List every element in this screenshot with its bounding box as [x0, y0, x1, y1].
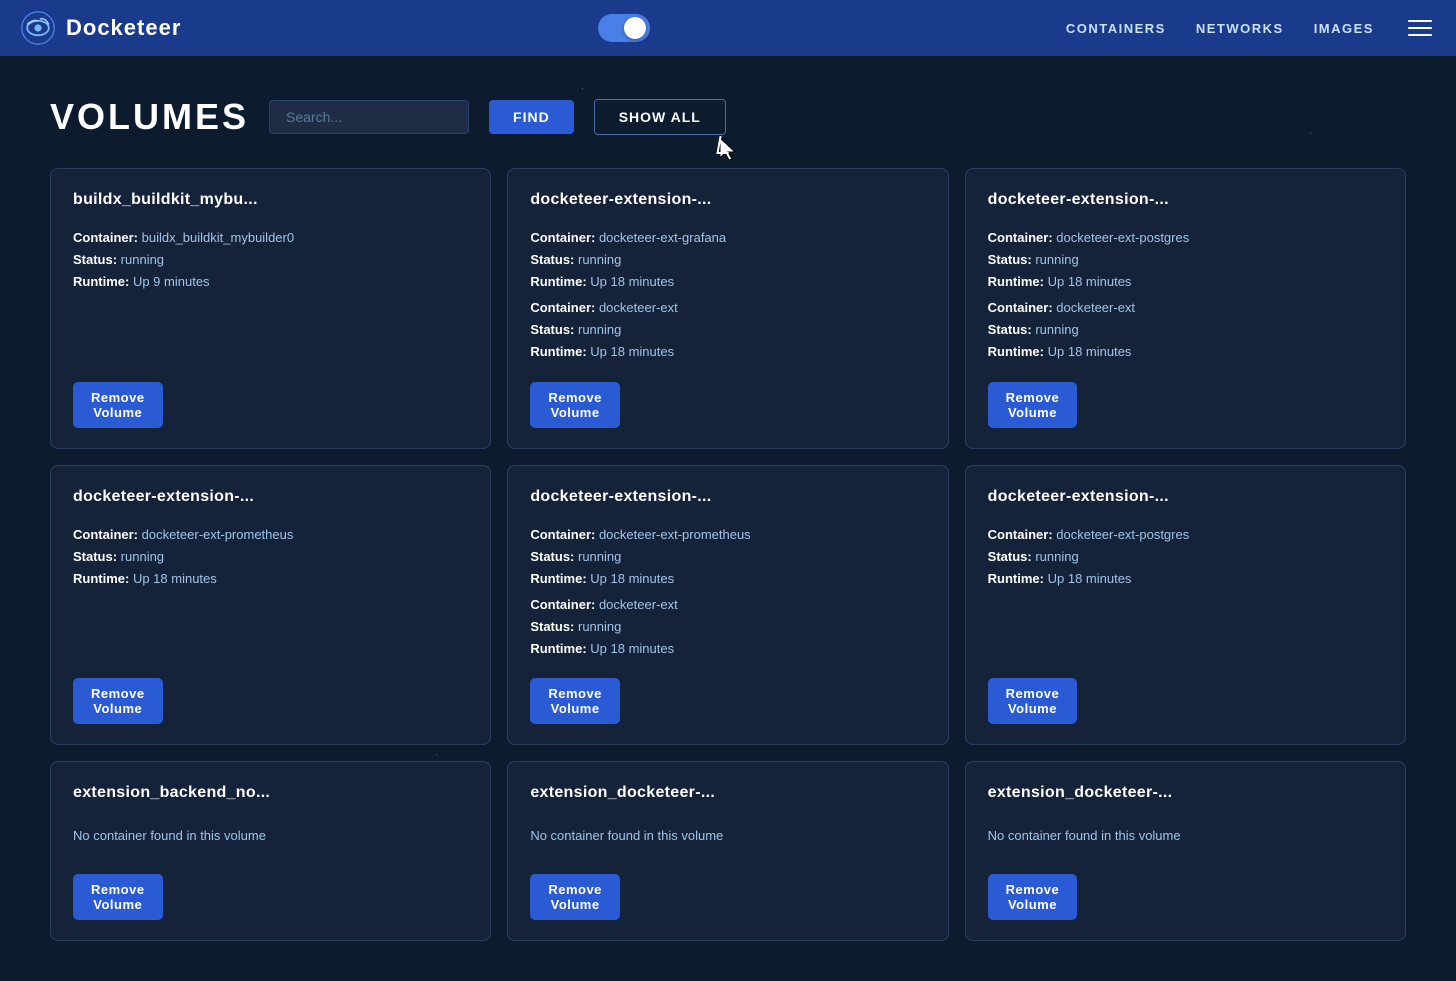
volume-card: docketeer-extension-... Container: docke…: [507, 168, 948, 449]
remove-volume-button[interactable]: RemoveVolume: [73, 678, 163, 724]
container-name-line: Container: docketeer-ext: [530, 297, 925, 319]
container-name-line: Container: docketeer-ext-prometheus: [530, 524, 925, 546]
volume-card: docketeer-extension-... Container: docke…: [507, 465, 948, 746]
volume-info: Container: docketeer-ext-postgres Status…: [988, 524, 1383, 661]
volume-empty-msg: No container found in this volume: [988, 820, 1383, 856]
volume-card: extension_docketeer-... No container fou…: [965, 761, 1406, 941]
container-runtime-line: Runtime: Up 18 minutes: [988, 271, 1383, 293]
volume-card: docketeer-extension-... Container: docke…: [965, 465, 1406, 746]
volume-name: extension_backend_no...: [73, 784, 468, 802]
page-header: VOLUMES FIND SHOW ALL: [50, 96, 1406, 138]
page-title: VOLUMES: [50, 96, 249, 138]
search-input[interactable]: [269, 100, 469, 134]
main-content: VOLUMES FIND SHOW ALL buildx_buildkit_my…: [0, 56, 1456, 981]
volume-info: Container: docketeer-ext-prometheus Stat…: [73, 524, 468, 661]
navbar: Docketeer CONTAINERS NETWORKS IMAGES: [0, 0, 1456, 56]
volume-name: extension_docketeer-...: [988, 784, 1383, 802]
container-name-line: Container: buildx_buildkit_mybuilder0: [73, 227, 468, 249]
volume-name: docketeer-extension-...: [988, 191, 1383, 209]
volume-card: buildx_buildkit_mybu... Container: build…: [50, 168, 491, 449]
volume-card: docketeer-extension-... Container: docke…: [965, 168, 1406, 449]
volume-card: extension_backend_no... No container fou…: [50, 761, 491, 941]
volumes-grid: buildx_buildkit_mybu... Container: build…: [50, 168, 1406, 941]
volume-info: Container: docketeer-ext-prometheus Stat…: [530, 524, 925, 661]
container-runtime-line: Runtime: Up 18 minutes: [530, 271, 925, 293]
container-status-line: Status: running: [988, 319, 1383, 341]
toggle-container[interactable]: [598, 14, 650, 42]
container-runtime-line: Runtime: Up 9 minutes: [73, 271, 468, 293]
volume-name: docketeer-extension-...: [530, 488, 925, 506]
remove-volume-button[interactable]: RemoveVolume: [988, 678, 1078, 724]
docketeer-logo-icon: [20, 10, 56, 46]
remove-volume-button[interactable]: RemoveVolume: [988, 874, 1078, 920]
find-button[interactable]: FIND: [489, 100, 574, 134]
container-status-line: Status: running: [73, 546, 468, 568]
container-status-line: Status: running: [530, 616, 925, 638]
volume-card: docketeer-extension-... Container: docke…: [50, 465, 491, 746]
volume-name: extension_docketeer-...: [530, 784, 925, 802]
container-name-line: Container: docketeer-ext-postgres: [988, 524, 1383, 546]
container-name-line: Container: docketeer-ext: [530, 594, 925, 616]
volume-info: Container: docketeer-ext-grafana Status:…: [530, 227, 925, 364]
container-status-line: Status: running: [988, 249, 1383, 271]
remove-volume-button[interactable]: RemoveVolume: [530, 678, 620, 724]
volume-name: docketeer-extension-...: [988, 488, 1383, 506]
container-status-line: Status: running: [988, 546, 1383, 568]
brand: Docketeer: [20, 10, 181, 46]
volume-empty-msg: No container found in this volume: [73, 820, 468, 856]
container-runtime-line: Runtime: Up 18 minutes: [530, 341, 925, 363]
container-runtime-line: Runtime: Up 18 minutes: [988, 568, 1383, 590]
container-name-line: Container: docketeer-ext-postgres: [988, 227, 1383, 249]
container-runtime-line: Runtime: Up 18 minutes: [73, 568, 468, 590]
remove-volume-button[interactable]: RemoveVolume: [73, 382, 163, 428]
container-status-line: Status: running: [530, 249, 925, 271]
container-name-line: Container: docketeer-ext-grafana: [530, 227, 925, 249]
navbar-nav: CONTAINERS NETWORKS IMAGES: [1066, 16, 1436, 40]
container-runtime-line: Runtime: Up 18 minutes: [530, 568, 925, 590]
nav-networks[interactable]: NETWORKS: [1196, 21, 1284, 36]
hamburger-menu[interactable]: [1404, 16, 1436, 40]
volume-card: extension_docketeer-... No container fou…: [507, 761, 948, 941]
volume-name: docketeer-extension-...: [530, 191, 925, 209]
nav-images[interactable]: IMAGES: [1314, 21, 1374, 36]
brand-name: Docketeer: [66, 15, 181, 41]
remove-volume-button[interactable]: RemoveVolume: [988, 382, 1078, 428]
container-status-line: Status: running: [530, 546, 925, 568]
container-name-line: Container: docketeer-ext-prometheus: [73, 524, 468, 546]
volume-name: docketeer-extension-...: [73, 488, 468, 506]
container-status-line: Status: running: [73, 249, 468, 271]
container-name-line: Container: docketeer-ext: [988, 297, 1383, 319]
theme-toggle[interactable]: [598, 14, 650, 42]
remove-volume-button[interactable]: RemoveVolume: [530, 382, 620, 428]
volume-info: Container: buildx_buildkit_mybuilder0 St…: [73, 227, 468, 364]
remove-volume-button[interactable]: RemoveVolume: [73, 874, 163, 920]
show-all-button[interactable]: SHOW ALL: [594, 99, 726, 135]
volume-name: buildx_buildkit_mybu...: [73, 191, 468, 209]
volume-info: Container: docketeer-ext-postgres Status…: [988, 227, 1383, 364]
container-runtime-line: Runtime: Up 18 minutes: [530, 638, 925, 660]
volume-empty-msg: No container found in this volume: [530, 820, 925, 856]
container-runtime-line: Runtime: Up 18 minutes: [988, 341, 1383, 363]
container-status-line: Status: running: [530, 319, 925, 341]
nav-containers[interactable]: CONTAINERS: [1066, 21, 1166, 36]
remove-volume-button[interactable]: RemoveVolume: [530, 874, 620, 920]
